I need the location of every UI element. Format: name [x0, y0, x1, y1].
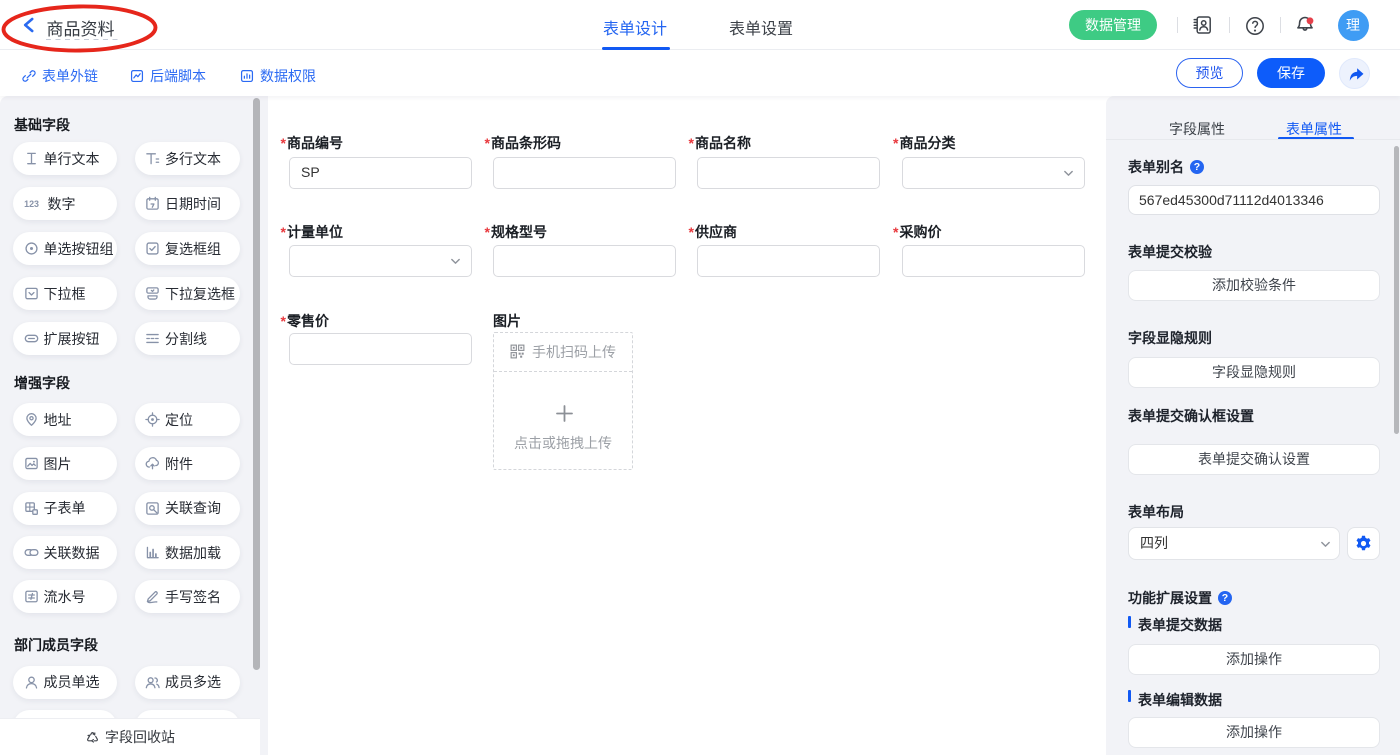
svg-text:123: 123: [24, 199, 39, 209]
